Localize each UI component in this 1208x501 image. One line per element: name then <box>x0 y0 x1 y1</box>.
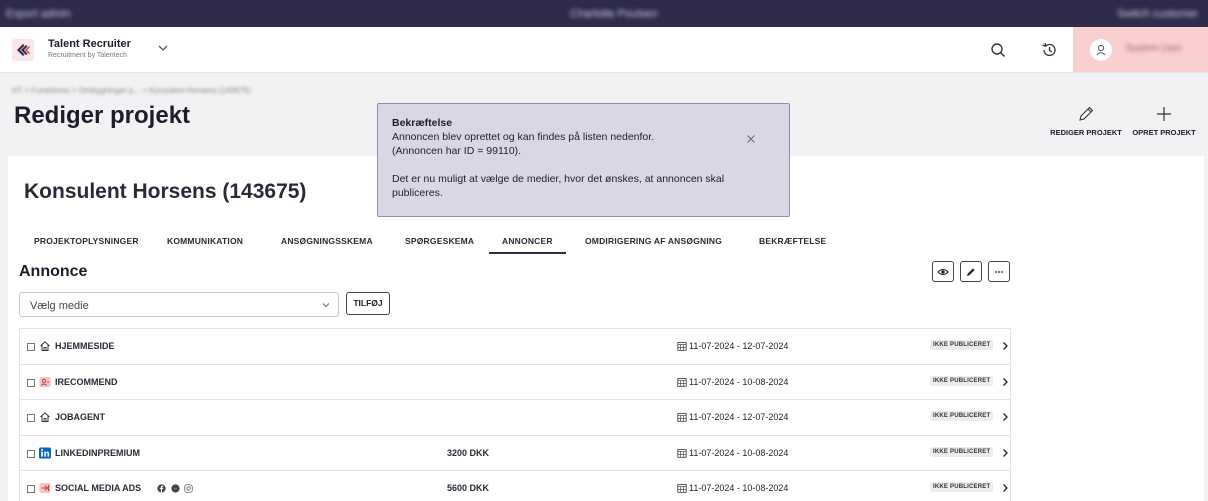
avatar[interactable] <box>1090 39 1112 61</box>
eye-icon <box>937 268 949 275</box>
media-dates: 11-07-2024 - 12-07-2024 <box>689 341 789 351</box>
edit-project-label: REDIGER PROJEKT <box>1050 128 1122 137</box>
row-checkbox[interactable] <box>27 485 35 493</box>
brand-subtitle: Recruitment by Talentech <box>48 52 127 59</box>
create-project-label: OPRET PROJEKT <box>1132 128 1196 137</box>
chevron-right-icon[interactable] <box>1000 341 1010 351</box>
tab-bekraeftelse[interactable]: BEKRÆFTELSE <box>759 236 826 252</box>
confirmation-toast: Bekræftelse Annoncen blev oprettet og ka… <box>377 103 790 217</box>
list-item[interactable]: LINKEDINPREMIUM 3200 DKK 11-07-2024 - 10… <box>20 436 1010 471</box>
row-checkbox[interactable] <box>27 414 35 422</box>
switch-customer-link[interactable]: Switch customer <box>1117 8 1198 20</box>
chevron-right-icon[interactable] <box>1000 412 1010 422</box>
section-title: Annonce <box>19 263 88 280</box>
media-price: 5600 DKK <box>447 483 490 493</box>
home-icon <box>40 412 50 422</box>
user-menu[interactable]: System User <box>1073 27 1208 72</box>
calendar-icon <box>677 377 687 387</box>
toast-title: Bekræftelse <box>392 117 453 129</box>
linkedin-icon <box>39 447 51 458</box>
calendar-icon <box>677 342 687 351</box>
preview-button[interactable] <box>932 261 954 282</box>
add-media-button[interactable]: TILFØJ <box>346 292 390 315</box>
chevron-down-icon <box>322 303 330 308</box>
row-checkbox[interactable] <box>27 449 35 458</box>
close-icon[interactable] <box>746 134 756 144</box>
media-price: 3200 DKK <box>447 447 490 458</box>
plus-icon <box>1157 107 1171 121</box>
toast-message-line: publiceres. <box>392 187 443 199</box>
pencil-icon <box>1079 106 1094 121</box>
project-title: Konsulent Horsens (143675) <box>24 180 307 203</box>
app-header: Talent Recruiter Recruitment by Talentec… <box>0 27 1208 73</box>
media-dates: 11-07-2024 - 10-08-2024 <box>689 376 789 387</box>
chevron-right-icon[interactable] <box>1000 448 1010 458</box>
tab-ansoegningsskema[interactable]: ANSØGNINGSSKEMA <box>281 236 373 252</box>
social-media-icon <box>39 483 51 493</box>
media-name: HJEMMESIDE <box>55 341 115 351</box>
list-item[interactable]: JOBAGENT 11-07-2024 - 12-07-2024 IKKE PU… <box>20 400 1010 436</box>
irecommend-icon <box>39 376 51 387</box>
toast-message-line: Det er nu muligt at vælge de medier, hvo… <box>392 173 725 185</box>
list-item[interactable]: HJEMMESIDE 11-07-2024 - 12-07-2024 IKKE … <box>20 329 1010 365</box>
chevron-right-icon[interactable] <box>1000 483 1010 493</box>
chevron-down-icon[interactable] <box>156 41 170 55</box>
facebook-icon <box>157 484 166 493</box>
user-name: System User <box>1125 43 1183 54</box>
top-bar: Export admin Charlotte Poulsen Switch cu… <box>0 0 1208 27</box>
row-checkbox[interactable] <box>27 343 35 351</box>
toast-message-line: (Annoncen har ID = 99110). <box>392 145 522 157</box>
instagram-icon <box>184 484 193 493</box>
status-badge: IKKE PUBLICERET <box>930 411 994 421</box>
media-name: IRECOMMEND <box>55 376 118 387</box>
calendar-icon <box>677 413 687 422</box>
page-title: Rediger projekt <box>14 102 191 129</box>
row-checkbox[interactable] <box>27 378 35 387</box>
social-icons <box>157 483 195 493</box>
talent-recruiter-logo-icon[interactable] <box>12 39 34 61</box>
media-dates: 11-07-2024 - 10-08-2024 <box>689 447 789 458</box>
chevron-right-icon[interactable] <box>1000 377 1010 387</box>
user-icon <box>1096 44 1106 56</box>
ellipsis-icon <box>995 270 1003 273</box>
list-item[interactable]: SOCIAL MEDIA ADS 5600 DKK 11-07-2024 - 1… <box>20 471 1010 501</box>
current-user-label: Charlotte Poulsen <box>570 8 658 20</box>
list-item[interactable]: IRECOMMEND 11-07-2024 - 10-08-2024 IKKE … <box>20 365 1010 400</box>
calendar-icon <box>677 484 687 493</box>
tab-kommunikation[interactable]: KOMMUNIKATION <box>167 236 243 252</box>
toast-message-line: Annoncen blev oprettet og kan findes på … <box>392 131 655 143</box>
tab-annoncer[interactable]: ANNONCER <box>489 236 566 254</box>
tab-spoergeskema[interactable]: SPØRGESKEMA <box>405 236 474 252</box>
calendar-icon <box>677 448 687 458</box>
media-name: LINKEDINPREMIUM <box>55 447 140 458</box>
more-options-button[interactable] <box>988 261 1010 282</box>
tab-omdirigering[interactable]: OMDIRIGERING AF ANSØGNING <box>585 236 722 252</box>
edit-ad-button[interactable] <box>960 261 982 282</box>
status-badge: IKKE PUBLICERET <box>930 340 994 350</box>
media-list: HJEMMESIDE 11-07-2024 - 12-07-2024 IKKE … <box>19 328 1011 501</box>
export-admin-link[interactable]: Export admin <box>6 8 71 20</box>
media-name: JOBAGENT <box>55 412 106 422</box>
pencil-icon <box>967 267 975 276</box>
messenger-icon <box>170 484 180 493</box>
breadcrumb[interactable]: HT > Fundstone > Ombygninger p... > Kons… <box>12 86 251 95</box>
home-icon <box>40 341 50 351</box>
status-badge: IKKE PUBLICERET <box>930 375 994 386</box>
media-dates: 11-07-2024 - 12-07-2024 <box>689 412 789 422</box>
status-badge: IKKE PUBLICERET <box>930 446 994 457</box>
history-icon[interactable] <box>1041 42 1057 58</box>
create-project-button[interactable]: OPRET PROJEKT <box>1128 104 1200 137</box>
brand-name: Talent Recruiter <box>48 38 131 50</box>
status-badge: IKKE PUBLICERET <box>930 482 994 492</box>
media-name: SOCIAL MEDIA ADS <box>55 483 142 493</box>
media-dates: 11-07-2024 - 10-08-2024 <box>689 483 789 493</box>
media-select[interactable]: Vælg medie <box>19 292 339 317</box>
media-select-value: Vælg medie <box>30 300 89 312</box>
edit-project-button[interactable]: REDIGER PROJEKT <box>1049 104 1123 137</box>
tab-projektoplysninger[interactable]: PROJEKTOPLYSNINGER <box>34 236 139 252</box>
search-icon[interactable] <box>990 42 1006 58</box>
